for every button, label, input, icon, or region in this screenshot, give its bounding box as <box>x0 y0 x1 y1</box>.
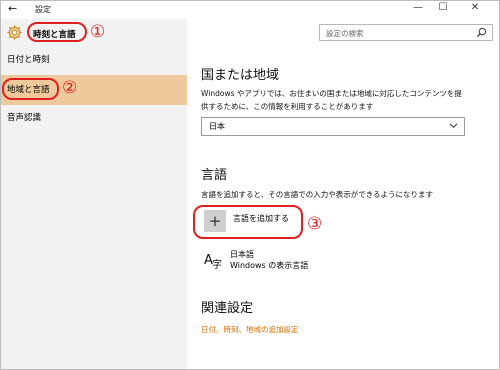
region-heading: 国または地域 <box>201 68 280 83</box>
language-icon: A 字 <box>204 253 222 270</box>
close-button[interactable]: ✕ <box>465 2 485 13</box>
annotation-ring-2 <box>2 78 59 100</box>
annotation-ring-1 <box>27 22 87 42</box>
additional-settings-link[interactable]: 日付、時刻、地域の追加設定 <box>201 324 299 335</box>
annotation-number-3: ③ <box>307 214 323 234</box>
country-select-value: 日本 <box>209 122 225 131</box>
minimize-button[interactable]: — <box>408 2 428 13</box>
sidebar-item-speech[interactable]: 音声認識 <box>1 105 187 131</box>
title-bar: ← 設定 — ☐ ✕ <box>1 1 499 19</box>
search-icon <box>476 27 487 38</box>
svg-text:字: 字 <box>212 258 222 270</box>
annotation-number-2: ② <box>62 78 78 98</box>
sidebar: 時刻と言語 日付と時刻 地域と言語 音声認識 <box>1 19 187 369</box>
maximize-button[interactable]: ☐ <box>433 2 453 13</box>
settings-window: ← 設定 — ☐ ✕ 時刻と言語 日付と時刻 地域と言語 音声認識 ① ② ③ <box>0 0 500 370</box>
language-name: 日本語 <box>230 250 254 259</box>
sidebar-item-date-time[interactable]: 日付と時刻 <box>1 47 187 73</box>
country-select[interactable]: 日本 <box>201 117 465 136</box>
related-heading: 関連設定 <box>201 301 254 316</box>
region-description-line2: 供するために、この情報を利用することがあります <box>201 102 374 111</box>
add-language-button[interactable]: + <box>204 210 226 232</box>
chevron-down-icon <box>449 123 458 129</box>
plus-icon: + <box>208 212 222 230</box>
add-language-label[interactable]: 言語を追加する <box>233 213 289 224</box>
search-input[interactable]: 設定の検索 <box>319 24 493 41</box>
sidebar-item-label: 日付と時刻 <box>7 55 50 65</box>
gear-icon <box>7 25 22 40</box>
language-description: 言語を追加すると、その言語での入力や表示ができるようになります <box>201 190 434 199</box>
language-subtitle: Windows の表示言語 <box>230 261 309 270</box>
language-list-item[interactable]: 日本語 Windows の表示言語 <box>230 249 308 272</box>
annotation-number-1: ① <box>90 22 106 42</box>
search-placeholder: 設定の検索 <box>326 29 364 38</box>
language-heading: 言語 <box>201 168 228 183</box>
window-title: 設定 <box>35 5 51 14</box>
back-arrow-icon[interactable]: ← <box>8 2 17 15</box>
region-description-line1: Windows やアプリでは、お住まいの国または地域に対応したコンテンツを提 <box>201 89 462 98</box>
sidebar-item-label: 音声認識 <box>7 113 42 123</box>
